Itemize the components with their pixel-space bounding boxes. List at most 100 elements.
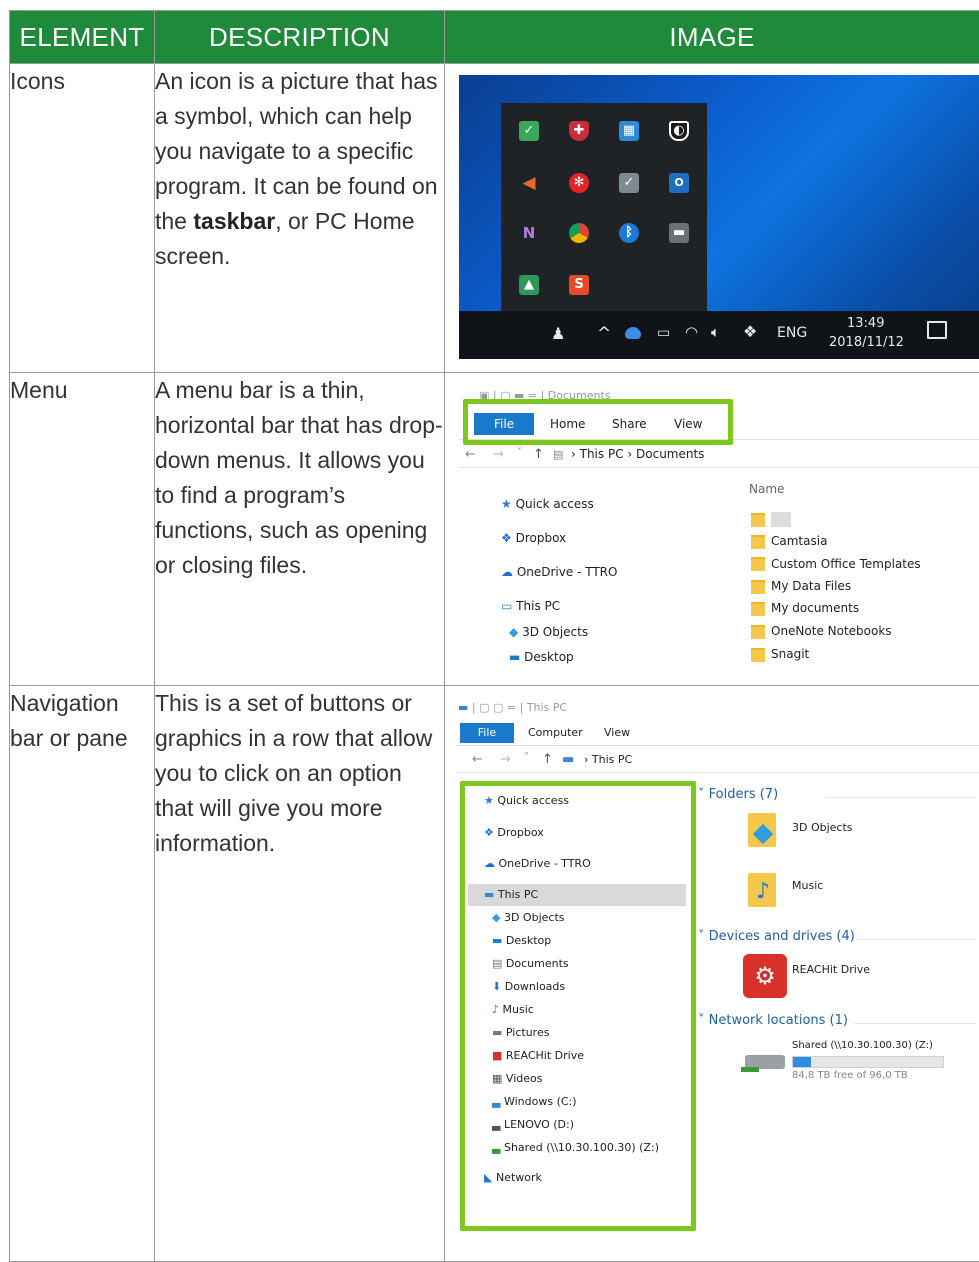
forward-icon[interactable]: → <box>500 752 511 767</box>
network-group-header[interactable]: ˅ Network locations (1) <box>698 1013 848 1028</box>
people-icon[interactable]: ♟ <box>551 324 565 343</box>
file-item[interactable]: OneNote Notebooks <box>771 624 892 638</box>
computer-icon: ▬ <box>562 752 574 767</box>
show-hidden-icons-button[interactable]: ^ <box>597 324 611 344</box>
back-icon[interactable]: ← <box>472 752 483 767</box>
reachit-drive-icon: ⚙ <box>743 954 787 998</box>
folder-music-icon: ♪ <box>748 873 776 907</box>
network-drive-space: 84,8 TB free of 96,0 TB <box>792 1070 908 1081</box>
shield-icon: ✚ <box>569 121 589 141</box>
clock-date[interactable]: 2018/11/12 <box>829 335 904 350</box>
file-item[interactable]: My documents <box>771 601 859 615</box>
volume-icon[interactable]: 🔈︎ <box>711 323 720 341</box>
navigation-screenshot: ▬ | ▢ ▢ = | This PC File Computer View ←… <box>456 695 979 1257</box>
tray-screenshot: ✓ ✚ ▦ ◐ ◀ ✻ ✓ O N ᛒ ▬ ▲ S ♟ ^ ▭ ◠ 🔈︎ ❖ E… <box>459 75 979 359</box>
element-description: A menu bar is a thin, horizontal bar tha… <box>155 373 445 686</box>
back-icon[interactable]: ← <box>465 447 476 462</box>
tab-file[interactable]: File <box>460 723 514 743</box>
folder-icon <box>751 602 765 616</box>
recent-icon[interactable]: ˅ <box>517 447 522 458</box>
element-description: An icon is a picture that has a symbol, … <box>155 64 445 373</box>
snagit-icon: S <box>569 275 589 295</box>
folder-3d-objects[interactable]: 3D Objects <box>792 821 853 834</box>
snowflake-icon: ✻ <box>569 173 589 193</box>
tab-computer[interactable]: Computer <box>528 726 583 739</box>
header-image: IMAGE <box>445 11 979 64</box>
header-element: ELEMENT <box>10 11 155 64</box>
language-indicator[interactable]: ENG <box>777 325 807 341</box>
header-description: DESCRIPTION <box>155 11 445 64</box>
quick-access-toolbar: ▬ | ▢ ▢ = | This PC <box>458 701 567 714</box>
clock-time[interactable]: 13:49 <box>847 316 884 331</box>
folders-group-header[interactable]: ˅ Folders (7) <box>698 787 778 802</box>
name-column-header[interactable]: Name <box>749 482 784 496</box>
forward-icon[interactable]: → <box>493 447 504 462</box>
menu-highlight-box <box>463 399 733 445</box>
chrome-icon <box>569 223 589 243</box>
display-icon: ▬ <box>669 223 689 243</box>
wifi-icon[interactable]: ◠ <box>685 323 698 341</box>
vm-icon: ▲ <box>519 275 539 295</box>
folder-icon <box>751 580 765 594</box>
element-description: This is a set of buttons or graphics in … <box>155 686 445 1262</box>
taskbar: ♟ ^ ▭ ◠ 🔈︎ ❖ ENG 13:49 2018/11/12 <box>459 311 979 359</box>
network-drive-label[interactable]: Shared (\\10.30.100.30) (Z:) <box>792 1040 933 1051</box>
dropbox-icon[interactable]: ❖ <box>743 322 757 341</box>
nav-desktop[interactable]: ▬ Desktop <box>509 650 574 664</box>
battery-icon[interactable]: ▭ <box>657 325 670 341</box>
divider <box>854 1023 976 1024</box>
breadcrumb-this-pc[interactable]: This PC <box>592 753 632 766</box>
nav-quick-access[interactable]: ★ Quick access <box>501 497 594 511</box>
menu-screenshot: ▣ | ▢ ▬ = | Documents File Home Share Vi… <box>459 385 979 670</box>
breadcrumb-this-pc[interactable]: This PC <box>580 447 624 461</box>
nav-onedrive[interactable]: ☁ OneDrive - TTRO <box>501 565 617 579</box>
up-icon[interactable]: ↑ <box>533 447 544 462</box>
folder-icon <box>751 513 765 527</box>
folder-icon <box>751 625 765 639</box>
ribbon-tabs: File Computer View <box>456 721 979 746</box>
blurred-file <box>771 512 791 527</box>
tray-overflow-popup: ✓ ✚ ▦ ◐ ◀ ✻ ✓ O N ᛒ ▬ ▲ S <box>501 103 707 313</box>
element-name: Navigation bar or pane <box>10 686 155 1262</box>
file-item[interactable]: Custom Office Templates <box>771 557 921 571</box>
address-bar[interactable]: ← → ˅ ↑ ▤ › This PC › Documents <box>459 445 979 468</box>
onedrive-icon[interactable] <box>625 327 641 339</box>
defender-icon: ◐ <box>669 121 689 141</box>
network-drive-usage-bar <box>792 1056 944 1068</box>
devices-group-header[interactable]: ˅ Devices and drives (4) <box>698 929 855 944</box>
breadcrumb-documents[interactable]: Documents <box>636 447 704 461</box>
drive-icon: ✓ <box>619 173 639 193</box>
network-drive-icon <box>745 1055 785 1069</box>
device-reachit-drive[interactable]: REACHit Drive <box>792 963 870 976</box>
folder-icon <box>751 535 765 549</box>
table-header-row: ELEMENT DESCRIPTION IMAGE <box>10 11 979 64</box>
file-item[interactable]: Camtasia <box>771 534 827 548</box>
folder-music[interactable]: Music <box>792 879 823 892</box>
outlook-icon: O <box>669 173 689 193</box>
file-item[interactable]: Snagit <box>771 647 809 661</box>
folder-icon <box>751 648 765 662</box>
divider <box>856 939 976 940</box>
nav-3d-objects[interactable]: ◆ 3D Objects <box>509 625 588 639</box>
address-bar[interactable]: ← → ˅ ↑ ▬ › This PC <box>456 750 979 773</box>
speaker-icon: ◀ <box>519 173 539 193</box>
nav-this-pc[interactable]: ▭ This PC <box>501 599 560 613</box>
tab-view[interactable]: View <box>604 726 630 739</box>
onenote-icon: N <box>519 223 539 243</box>
network-drive-usage-fill <box>793 1057 811 1067</box>
action-center-icon[interactable] <box>927 321 947 339</box>
element-name: Icons <box>10 64 155 373</box>
folder-3d-objects-icon <box>748 813 776 847</box>
check-icon: ✓ <box>519 121 539 141</box>
nav-dropbox[interactable]: ❖ Dropbox <box>501 531 566 545</box>
up-icon[interactable]: ↑ <box>542 752 553 767</box>
monitor-icon: ▦ <box>619 121 639 141</box>
file-item[interactable]: My Data Files <box>771 579 851 593</box>
taskbar-term: taskbar <box>193 208 275 234</box>
bluetooth-icon: ᛒ <box>619 223 639 243</box>
element-name: Menu <box>10 373 155 686</box>
folder-icon: ▤ <box>553 448 563 461</box>
recent-icon[interactable]: ˅ <box>524 752 529 763</box>
folder-icon <box>751 557 765 571</box>
divider <box>826 797 976 798</box>
